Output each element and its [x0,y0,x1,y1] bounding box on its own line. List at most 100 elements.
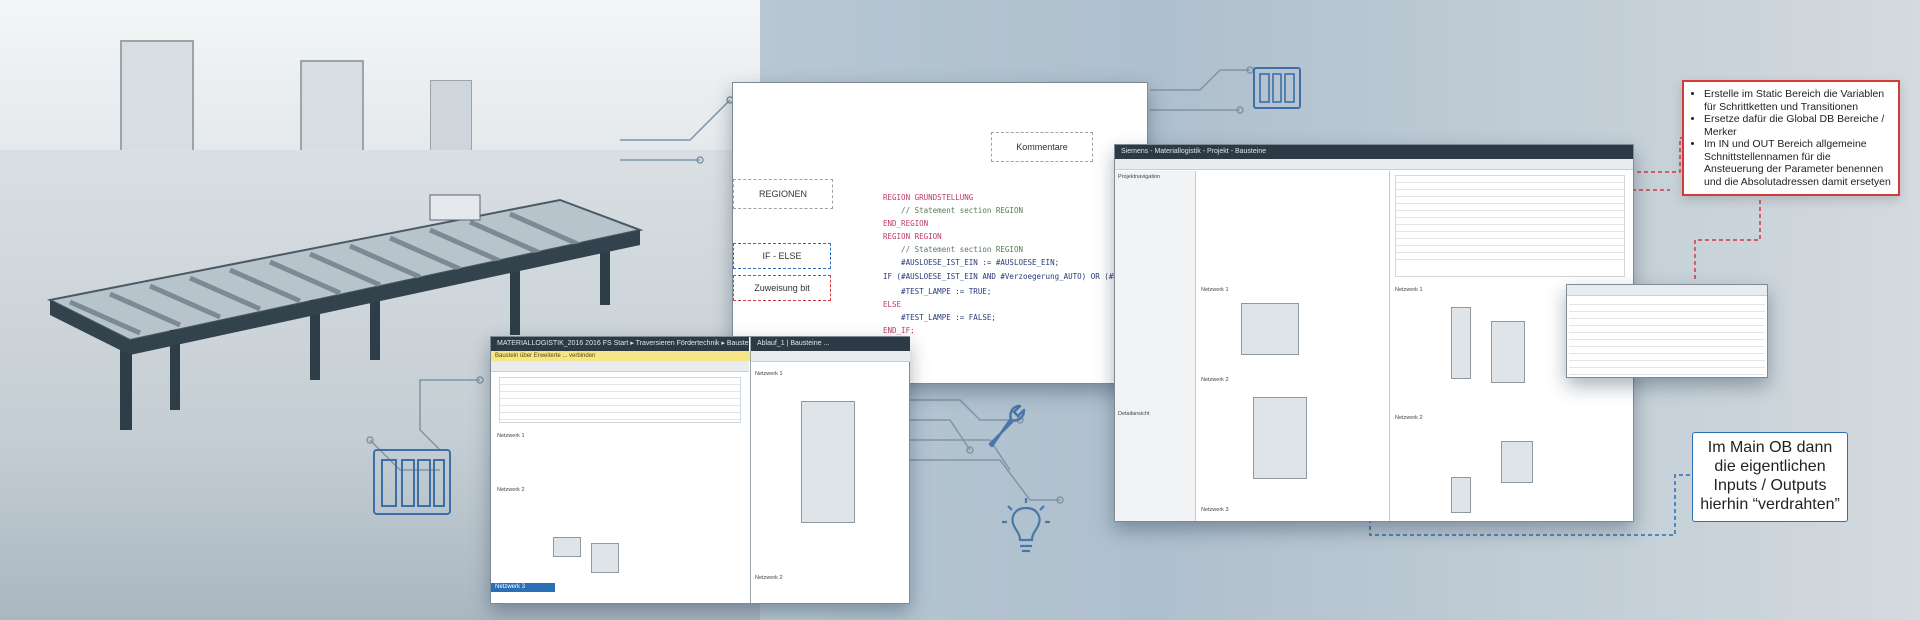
table-row[interactable] [1569,305,1765,312]
table-row[interactable] [500,378,740,385]
kommentare-label-box: Kommentare [991,132,1093,162]
code-line: END_REGION [883,219,929,228]
table-row[interactable] [1396,232,1624,239]
regionen-label-box: REGIONEN [733,179,833,209]
callout-line: hierhin “verdrahten” [1700,496,1840,513]
table-row[interactable] [1569,298,1765,305]
table-row[interactable] [1396,190,1624,197]
window-title: Ablauf_1 | Bausteine ... [751,337,910,351]
table-row[interactable] [500,399,740,406]
code-line: #AUSLOESE_IST_EIN := #AUSLOESE_EIN; [883,258,1060,267]
tia-fbd-window: MATERIALLOGISTIK_2016 2016 FS Start ▸ Tr… [490,336,910,604]
table-row[interactable] [1569,361,1765,368]
window-title: MATERIALLOGISTIK_2016 2016 FS Start ▸ Tr… [491,337,749,351]
plc-icon-top [1253,67,1301,109]
zuweisung-label: Zuweisung bit [754,283,810,293]
code-line: #TEST_LAMPE := FALSE; [883,313,996,322]
regionen-label: REGIONEN [758,189,807,199]
table-row[interactable] [1569,347,1765,354]
plc-icon [373,449,451,515]
panel-title: Projektnavigation [1118,174,1161,180]
instructions-callout: Erstelle im Static Bereich die Variablen… [1682,80,1900,196]
table-row[interactable] [500,413,740,420]
code-line: // Statement section REGION [883,206,1023,215]
table-row[interactable] [1396,176,1624,183]
table-row[interactable] [500,385,740,392]
function-block[interactable] [1451,477,1471,513]
code-block: REGION GRUNDSTELLUNG // Statement sectio… [883,191,1141,337]
if-else-label: IF - ELSE [762,251,802,261]
window-title: Siemens - Materiallogistik - Projekt - B… [1115,145,1633,159]
table-row[interactable] [1396,197,1624,204]
panel-title: Detailansicht [1118,411,1150,417]
table-row[interactable] [1569,333,1765,340]
table-row[interactable] [1396,211,1624,218]
instruction-item: Erstelle im Static Bereich die Variablen… [1704,88,1892,113]
instruction-item: Ersetze dafür die Global DB Bereiche / M… [1704,113,1892,138]
callout-line: die eigentlichen [1714,458,1826,475]
network-header[interactable]: Netzwerk 2 [1395,415,1423,421]
toolbar[interactable] [491,361,749,372]
network-header-selected[interactable]: Netzwerk 3 [491,583,555,592]
function-block[interactable] [801,401,855,523]
table-row[interactable] [1396,225,1624,232]
code-line: // Statement section REGION [883,245,1023,254]
table-row[interactable] [500,406,740,413]
lightbulb-icon [1002,498,1050,553]
table-row[interactable] [1569,326,1765,333]
network-header[interactable]: Netzwerk 1 [755,371,783,377]
network-header[interactable]: Netzwerk 1 [1201,287,1229,293]
instruction-item: Im IN und OUT Bereich allgemeine Schnitt… [1704,138,1892,188]
tia-portal-window: Siemens - Materiallogistik - Projekt - B… [1114,144,1634,522]
code-line: REGION GRUNDSTELLUNG [883,193,974,202]
variable-table-window [1566,284,1768,378]
project-navigation[interactable]: Projektnavigation Detailansicht [1115,171,1196,521]
function-block[interactable] [1491,321,1525,383]
code-line: IF (#AUSLOESE_IST_EIN AND #Verzoegerung_… [883,272,1141,281]
if-else-label-box: IF - ELSE [733,243,831,269]
toolbar[interactable] [751,351,910,362]
table-row[interactable] [1396,246,1624,253]
code-line: ELSE [883,300,902,309]
variable-table[interactable] [1567,296,1767,377]
function-block[interactable] [591,543,619,573]
network-header[interactable]: Netzwerk 2 [497,487,525,493]
network-header[interactable]: Netzwerk 1 [497,433,525,439]
table-row[interactable] [1569,354,1765,361]
network-header[interactable]: Netzwerk 1 [1395,287,1423,293]
network-header[interactable]: Netzwerk 2 [1201,377,1229,383]
function-block[interactable] [553,537,581,557]
table-row[interactable] [1396,253,1624,260]
interface-table[interactable] [1395,175,1625,277]
function-block[interactable] [1451,307,1471,379]
main-ob-callout: Im Main OB dann die eigentlichen Inputs … [1692,432,1848,522]
table-row[interactable] [1569,312,1765,319]
toolbar[interactable] [1567,285,1767,296]
kommentare-label: Kommentare [1016,142,1068,152]
table-row[interactable] [1396,183,1624,190]
fbd-left-pane: MATERIALLOGISTIK_2016 2016 FS Start ▸ Tr… [491,337,753,603]
network-header[interactable]: Netzwerk 3 [1201,507,1229,513]
callout-line: Inputs / Outputs [1713,477,1827,494]
table-row[interactable] [500,392,740,399]
table-row[interactable] [1396,218,1624,225]
table-row[interactable] [1569,319,1765,326]
table-row[interactable] [1569,340,1765,347]
banner: Baustein über Erweiterte ... verbinden [491,351,753,361]
function-block[interactable] [1241,303,1299,355]
interface-table[interactable] [499,377,741,423]
fbd-right-pane: Ablauf_1 | Bausteine ... Netzwerk 1 Netz… [750,337,910,603]
network-header[interactable]: Netzwerk 2 [755,575,783,581]
ob-editor[interactable]: Netzwerk 1 Netzwerk 2 Netzwerk 3 [1197,171,1390,521]
code-line: #TEST_LAMPE := TRUE; [883,287,992,296]
table-row[interactable] [1396,239,1624,246]
function-block[interactable] [1501,441,1533,483]
code-line: REGION REGION [883,232,942,241]
function-block[interactable] [1253,397,1307,479]
code-line: END_IF; [883,326,915,335]
callout-line: Im Main OB dann [1707,439,1833,456]
toolbar[interactable] [1115,159,1633,170]
table-row[interactable] [1569,368,1765,375]
table-row[interactable] [1396,204,1624,211]
zuweisung-label-box: Zuweisung bit [733,275,831,301]
